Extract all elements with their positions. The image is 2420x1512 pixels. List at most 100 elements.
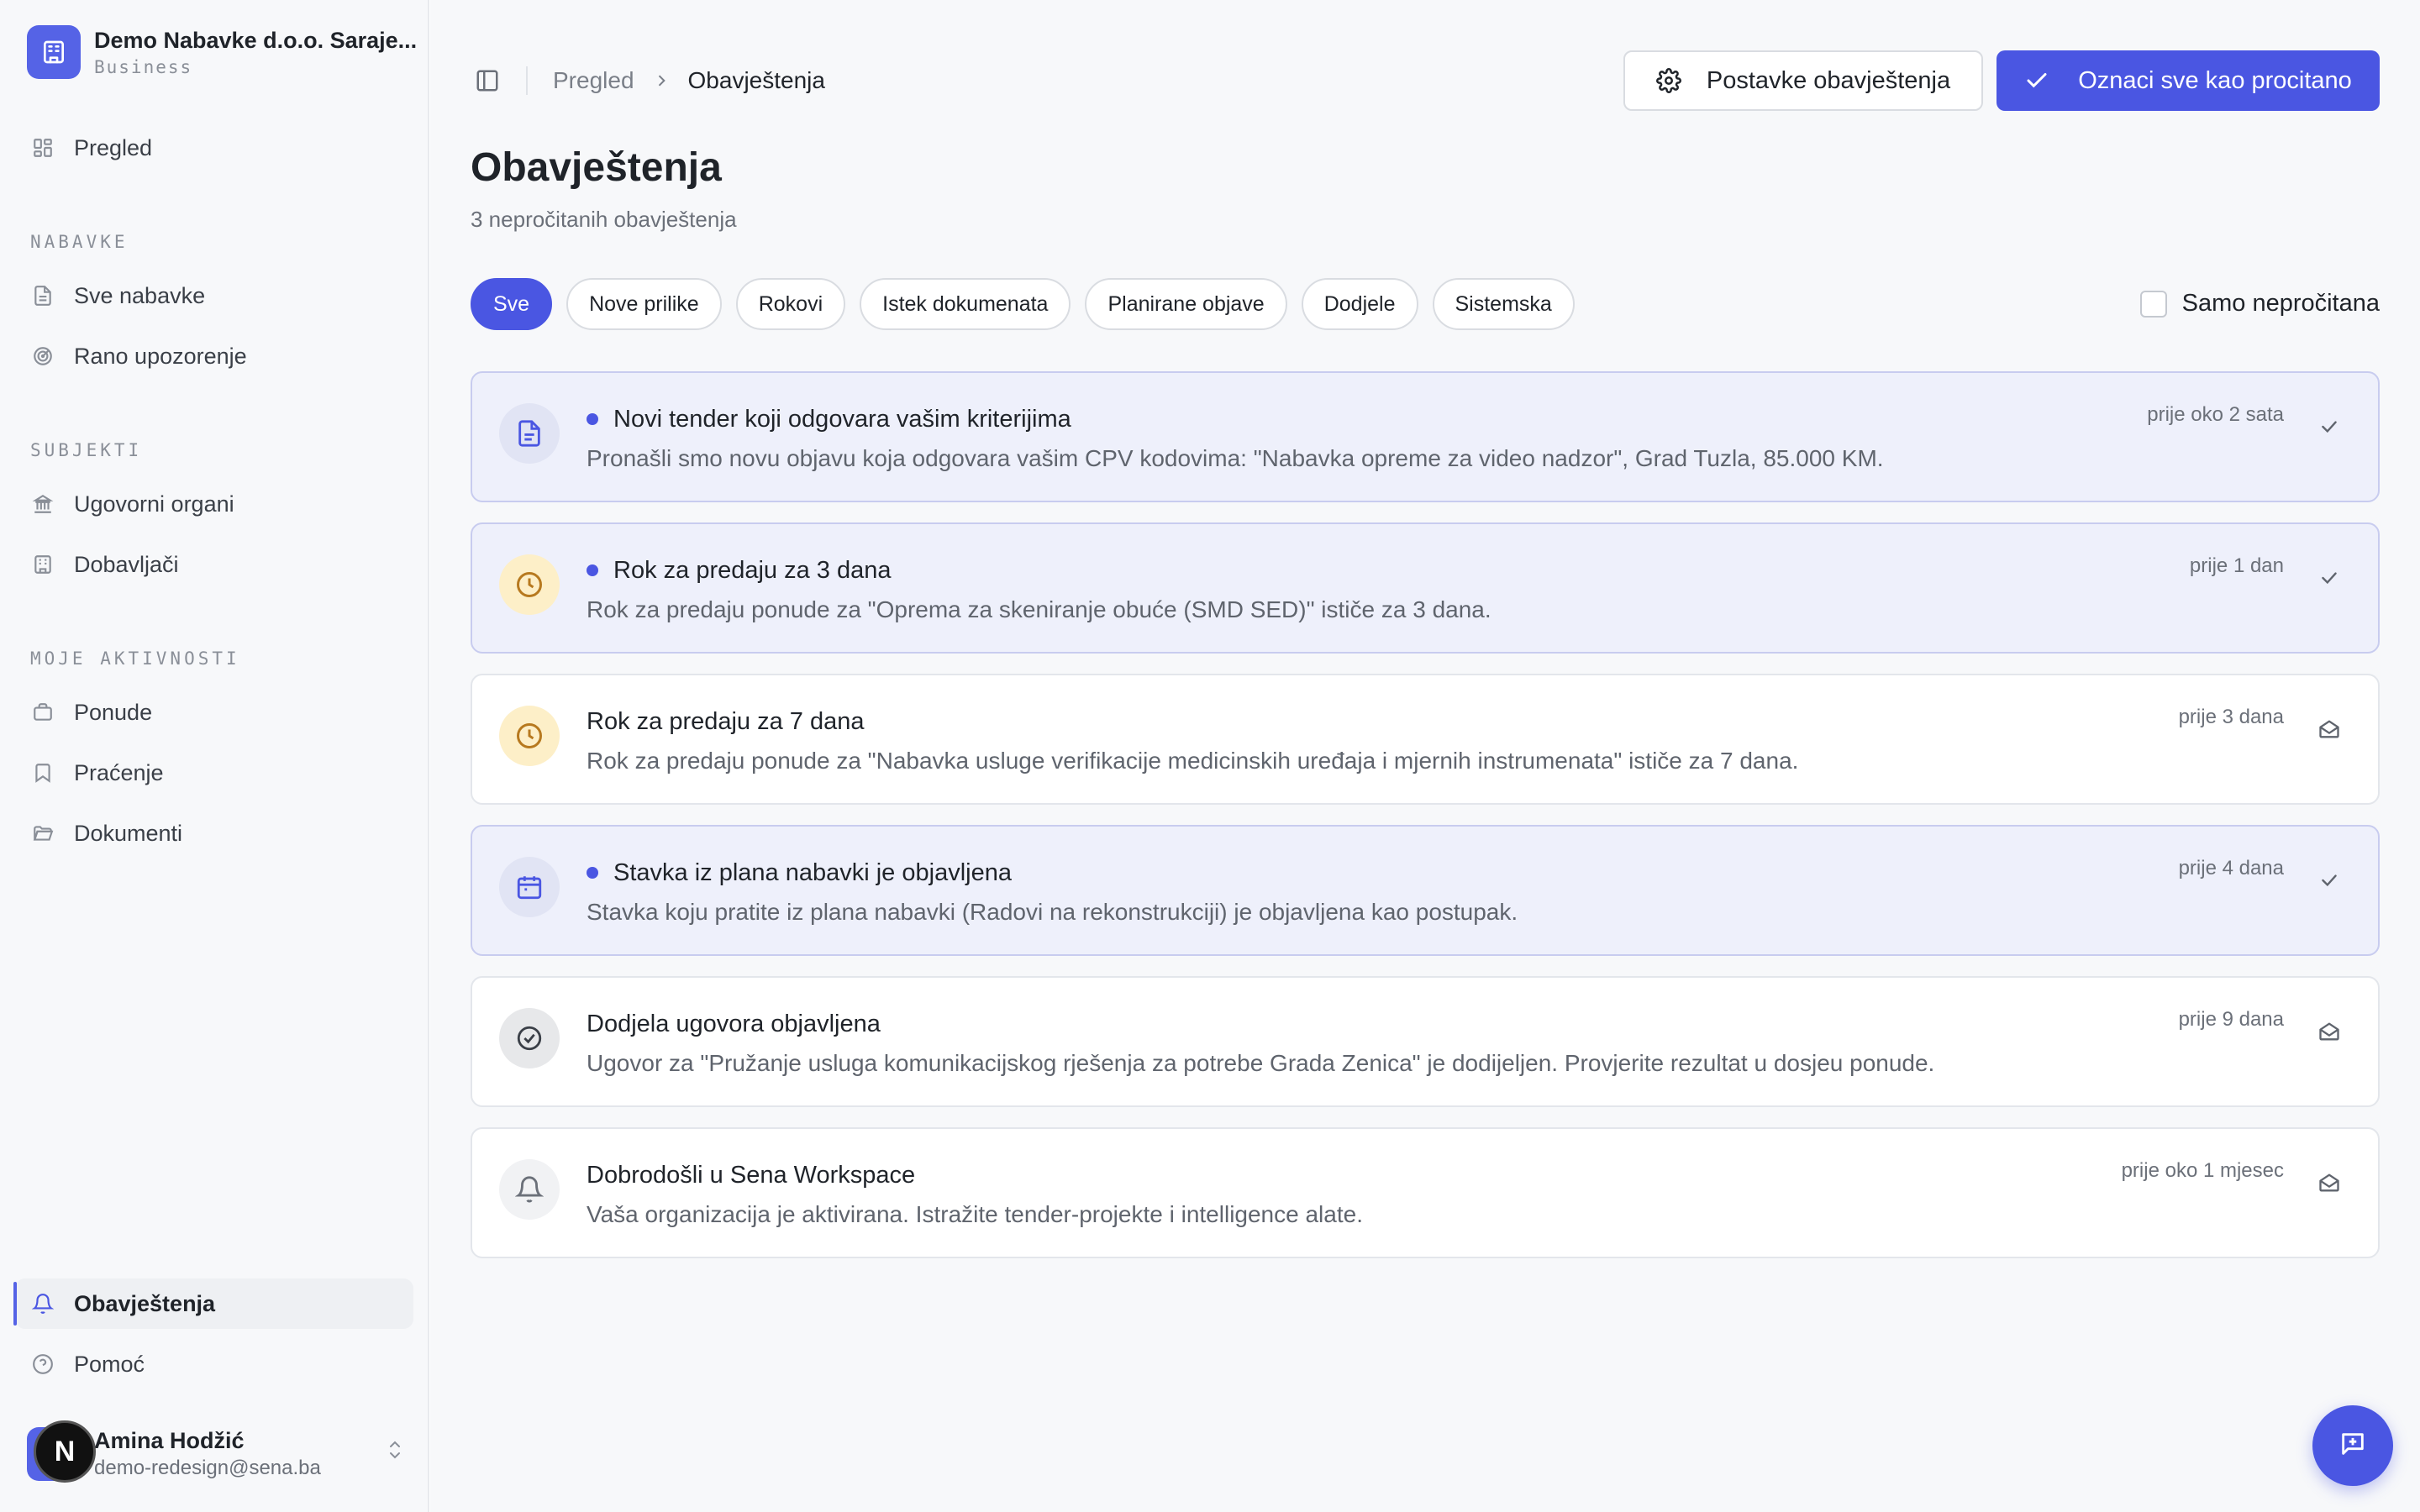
filter-chip-document-expiry[interactable]: Istek dokumenata: [860, 278, 1071, 330]
chevrons-up-down-icon: [385, 1438, 405, 1466]
sidebar-item-label: Dobavljači: [74, 551, 179, 577]
sidebar-item-overview[interactable]: Pregled: [15, 123, 413, 173]
notification-title: Rok za predaju za 7 dana: [587, 707, 865, 735]
notification-description: Ugovor za "Pružanje usluga komunikacijsk…: [587, 1050, 1935, 1076]
user-menu[interactable]: N Amina Hodžić demo-redesign@sena.ba: [27, 1420, 405, 1483]
bell-icon: [30, 1291, 55, 1316]
notification-description: Vaša organizacija je aktivirana. Istraži…: [587, 1201, 1363, 1227]
sidebar-item-label: Pomoć: [74, 1351, 145, 1377]
unread-dot: [587, 867, 598, 879]
sidebar-item-tracking[interactable]: Praćenje: [15, 748, 413, 798]
notification-time: prije 9 dana: [2178, 1008, 2284, 1031]
bookmark-icon: [30, 760, 55, 785]
notification-description: Stavka koju pratite iz plana nabavki (Ra…: [587, 899, 1518, 925]
check-circle-icon: [499, 1008, 560, 1068]
notification-card[interactable]: Stavka iz plana nabavki je objavljena St…: [471, 825, 2380, 956]
radar-icon: [30, 344, 55, 369]
mail-open-icon[interactable]: [2312, 712, 2346, 746]
org-name: Demo Nabavke d.o.o. Saraje...: [94, 28, 418, 53]
unread-only-checkbox[interactable]: [2139, 290, 2167, 318]
building-icon: [30, 552, 55, 577]
section-label-activities: MOJE AKTIVNOSTI: [30, 648, 240, 669]
sidebar-item-notifications[interactable]: Obavještenja: [13, 1278, 413, 1329]
notification-card[interactable]: Rok za predaju za 3 dana Rok za predaju …: [471, 522, 2380, 654]
folder-open-icon: [30, 821, 55, 846]
sidebar-item-label: Rano upozorenje: [74, 343, 247, 369]
clock-icon: [499, 554, 560, 615]
notification-list: Novi tender koji odgovara vašim kriterij…: [471, 371, 2380, 1278]
breadcrumb-link-overview[interactable]: Pregled: [553, 67, 634, 94]
bell-icon: [499, 1159, 560, 1220]
gear-icon: [1655, 68, 1681, 93]
mark-read-check-icon[interactable]: [2312, 561, 2346, 595]
notification-description: Pronašli smo novu objavu koja odgovara v…: [587, 445, 1884, 471]
topbar: Pregled Obavještenja: [471, 49, 825, 113]
sidebar-item-label: Dokumenti: [74, 820, 183, 846]
notification-title: Stavka iz plana nabavki je objavljena: [613, 858, 1012, 886]
mark-read-check-icon[interactable]: [2312, 864, 2346, 897]
sidebar-item-label: Sve nabavke: [74, 282, 206, 308]
sidebar-item-label: Praćenje: [74, 759, 164, 785]
sidebar-item-label: Ugovorni organi: [74, 491, 234, 517]
page-title: Obavještenja: [471, 145, 722, 190]
sidebar-item-suppliers[interactable]: Dobavljači: [15, 539, 413, 590]
section-label-procurements: NABAVKE: [30, 232, 129, 252]
sidebar-item-contracting-authorities[interactable]: Ugovorni organi: [15, 479, 413, 529]
notification-description: Rok za predaju ponude za "Nabavka usluge…: [587, 748, 1799, 774]
filter-chip-new-opportunities[interactable]: Nove prilike: [566, 278, 722, 330]
sidebar-item-early-warning[interactable]: Rano upozorenje: [15, 331, 413, 381]
avatar: N: [27, 1420, 96, 1483]
sidebar-item-all-procurements[interactable]: Sve nabavke: [15, 270, 413, 321]
sidebar-item-bids[interactable]: Ponude: [15, 687, 413, 738]
chevron-right-icon: [653, 72, 670, 89]
divider: [526, 66, 528, 95]
grid-icon: [30, 135, 55, 160]
breadcrumb: Pregled Obavještenja: [553, 67, 825, 94]
sidebar-item-label: Obavještenja: [74, 1290, 216, 1316]
sidebar-item-documents[interactable]: Dokumenti: [15, 808, 413, 858]
briefcase-icon: [30, 700, 55, 725]
calendar-icon: [499, 857, 560, 917]
notification-title: Dodjela ugovora objavljena: [587, 1010, 881, 1037]
notification-title: Dobrodošli u Sena Workspace: [587, 1161, 916, 1189]
notification-time: prije 4 dana: [2178, 857, 2284, 879]
unread-dot: [587, 413, 598, 425]
notification-card[interactable]: Dodjela ugovora objavljena Ugovor za "Pr…: [471, 976, 2380, 1107]
filter-chip-awards[interactable]: Dodjele: [1301, 278, 1418, 330]
notification-settings-label: Postavke obavještenja: [1706, 66, 1951, 94]
filter-chip-all[interactable]: Sve: [471, 278, 553, 330]
notification-title: Novi tender koji odgovara vašim kriterij…: [613, 405, 1071, 433]
sidebar-toggle-icon[interactable]: [471, 64, 504, 97]
chat-support-button[interactable]: [2312, 1405, 2393, 1486]
notification-settings-button[interactable]: Postavke obavještenja: [1623, 50, 1983, 111]
unread-only-toggle[interactable]: Samo nepročitana: [2139, 290, 2380, 318]
notification-card[interactable]: Dobrodošli u Sena Workspace Vaša organiz…: [471, 1127, 2380, 1258]
notification-card[interactable]: Rok za predaju za 7 dana Rok za predaju …: [471, 674, 2380, 805]
mail-open-icon[interactable]: [2312, 1015, 2346, 1048]
file-text-icon: [30, 283, 55, 308]
notification-description: Rok za predaju ponude za "Oprema za sken…: [587, 596, 1491, 622]
landmark-icon: [30, 491, 55, 517]
unread-only-label: Samo nepročitana: [2181, 290, 2380, 317]
notification-card[interactable]: Novi tender koji odgovara vašim kriterij…: [471, 371, 2380, 502]
dev-badge[interactable]: N: [34, 1420, 96, 1483]
main-content: Pregled Obavještenja Postavke obavješten…: [430, 0, 2420, 1512]
mark-read-check-icon[interactable]: [2312, 410, 2346, 444]
notification-time: prije 1 dan: [2189, 554, 2284, 577]
user-email: demo-redesign@sena.ba: [94, 1457, 321, 1479]
filter-chip-planned[interactable]: Planirane objave: [1085, 278, 1287, 330]
building-icon: [27, 25, 81, 79]
notification-time: prije oko 2 sata: [2147, 403, 2284, 426]
org-switcher[interactable]: Demo Nabavke d.o.o. Saraje... Business: [27, 25, 417, 79]
unread-count-text: 3 nepročitanih obavještenja: [471, 207, 737, 232]
sidebar-item-help[interactable]: Pomoć: [15, 1339, 413, 1389]
filter-chip-deadlines[interactable]: Rokovi: [735, 278, 846, 330]
sidebar-item-label: Pregled: [74, 134, 153, 160]
mail-open-icon[interactable]: [2312, 1166, 2346, 1200]
filter-chip-system[interactable]: Sistemska: [1432, 278, 1575, 330]
unread-dot: [587, 564, 598, 576]
breadcrumb-current: Obavještenja: [687, 67, 825, 93]
mark-all-read-button[interactable]: Oznaci sve kao procitano: [1996, 50, 2380, 111]
check-icon: [2024, 68, 2049, 93]
clock-icon: [499, 706, 560, 766]
